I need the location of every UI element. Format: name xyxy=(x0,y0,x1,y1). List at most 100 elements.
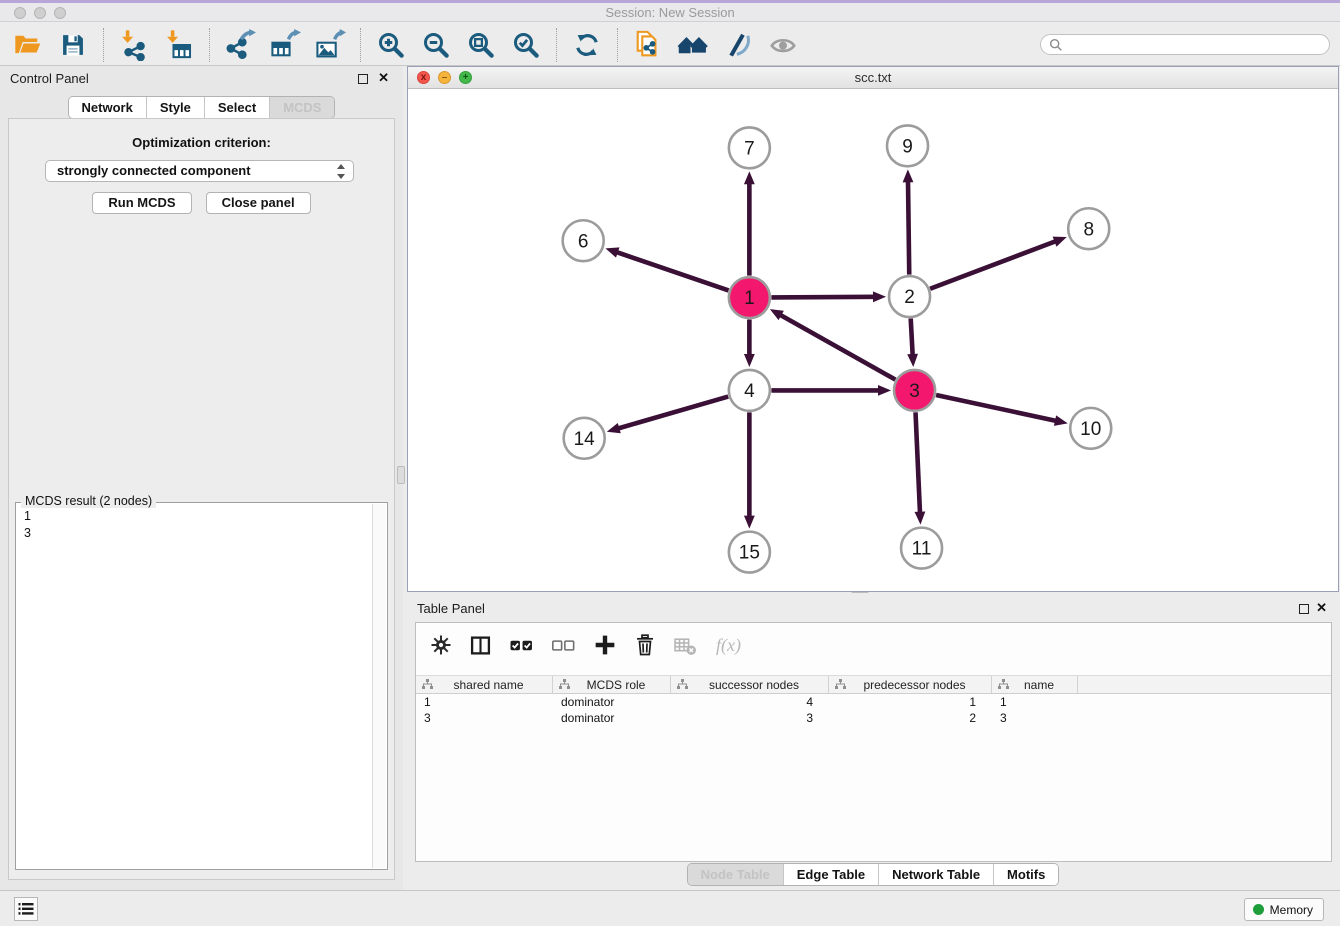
graph-edge-1-6[interactable] xyxy=(605,247,728,290)
zoom-in-icon[interactable] xyxy=(373,28,409,62)
graph-node-4[interactable]: 4 xyxy=(729,370,770,411)
zoom-out-icon[interactable] xyxy=(418,28,454,62)
settings-gear-icon[interactable] xyxy=(431,635,451,655)
zoom-fit-icon[interactable] xyxy=(463,28,499,62)
tab-mcds[interactable]: MCDS xyxy=(269,97,334,118)
mcds-result-text[interactable]: 13 xyxy=(24,508,367,542)
close-view-icon[interactable] xyxy=(417,71,430,84)
graph-node-8[interactable]: 8 xyxy=(1068,208,1109,249)
search-input[interactable] xyxy=(1068,37,1321,53)
home-icon[interactable] xyxy=(675,28,711,62)
minimize-view-icon[interactable] xyxy=(438,71,451,84)
export-image-icon[interactable] xyxy=(312,28,348,62)
tab-select[interactable]: Select xyxy=(204,97,269,118)
graph-node-14[interactable]: 14 xyxy=(564,418,605,459)
tab-network[interactable]: Network xyxy=(69,97,146,118)
add-column-icon[interactable] xyxy=(594,634,616,656)
mcds-result-group: MCDS result (2 nodes) 13 xyxy=(15,502,388,870)
graph-edge-4-14[interactable] xyxy=(607,397,728,434)
cell: dominator xyxy=(553,695,671,709)
save-session-icon[interactable] xyxy=(55,28,91,62)
control-panel-title: Control Panel xyxy=(10,71,89,86)
import-network-icon[interactable] xyxy=(116,28,152,62)
tab-style[interactable]: Style xyxy=(146,97,204,118)
graph-edge-4-15[interactable] xyxy=(744,412,755,528)
node-table: f(x) shared nameMCDS rolesuccessor nodes… xyxy=(415,622,1332,862)
control-panel-header: Control Panel ✕ xyxy=(0,66,403,92)
run-mcds-button[interactable]: Run MCDS xyxy=(92,192,191,214)
table-row[interactable]: 1dominator411 xyxy=(416,694,1331,710)
delete-columns-icon[interactable] xyxy=(635,634,655,656)
tab-edge-table[interactable]: Edge Table xyxy=(783,864,878,885)
cell: 1 xyxy=(992,695,1078,709)
cell: 1 xyxy=(416,695,553,709)
export-network-icon[interactable] xyxy=(222,28,258,62)
search-box[interactable] xyxy=(1040,34,1330,55)
network-window-titlebar[interactable]: scc.txt xyxy=(408,67,1338,89)
column-header-MCDS-role[interactable]: MCDS role xyxy=(553,676,671,693)
show-graphics-details-icon[interactable] xyxy=(765,28,801,62)
graph-node-9[interactable]: 9 xyxy=(887,125,928,166)
table-row[interactable]: 3dominator323 xyxy=(416,710,1331,726)
graph-node-3[interactable]: 3 xyxy=(894,370,935,411)
select-all-columns-icon[interactable] xyxy=(510,638,533,653)
zoom-selected-icon[interactable] xyxy=(508,28,544,62)
cell: 3 xyxy=(416,711,553,725)
close-panel-icon[interactable]: ✕ xyxy=(378,70,389,86)
tab-motifs[interactable]: Motifs xyxy=(993,864,1058,885)
mcds-panel: Optimization criterion: strongly connect… xyxy=(8,118,395,880)
float-table-panel-icon[interactable] xyxy=(1299,604,1309,614)
cell: dominator xyxy=(553,711,671,725)
graph-node-15[interactable]: 15 xyxy=(729,532,770,573)
graph-node-10[interactable]: 10 xyxy=(1070,408,1111,449)
cell: 3 xyxy=(671,711,829,725)
memory-button[interactable]: Memory xyxy=(1244,898,1324,921)
svg-text:6: 6 xyxy=(578,231,589,252)
column-header-name[interactable]: name xyxy=(992,676,1078,693)
graph-edge-2-3[interactable] xyxy=(907,319,918,367)
cell: 1 xyxy=(829,695,992,709)
close-table-panel-icon[interactable]: ✕ xyxy=(1316,600,1327,616)
float-panel-icon[interactable] xyxy=(358,74,368,84)
export-table-icon[interactable] xyxy=(267,28,303,62)
column-header-successor-nodes[interactable]: successor nodes xyxy=(671,676,829,693)
console-icon[interactable] xyxy=(14,897,38,921)
deselect-all-columns-icon[interactable] xyxy=(552,638,575,653)
table-toolbar: f(x) xyxy=(416,623,1331,667)
show-columns-icon[interactable] xyxy=(470,635,491,656)
maximize-view-icon[interactable] xyxy=(459,71,472,84)
graph-node-7[interactable]: 7 xyxy=(729,127,770,168)
graph-edge-1-2[interactable] xyxy=(771,291,886,302)
graph-edge-2-8[interactable] xyxy=(930,237,1067,289)
column-header-predecessor-nodes[interactable]: predecessor nodes xyxy=(829,676,992,693)
graph-node-6[interactable]: 6 xyxy=(563,220,604,261)
import-table-icon[interactable] xyxy=(161,28,197,62)
graph-edge-2-9[interactable] xyxy=(903,169,914,274)
result-scrollbar[interactable] xyxy=(372,504,386,868)
window-title: Session: New Session xyxy=(0,3,1340,22)
toolbar-divider xyxy=(209,28,210,62)
open-session-icon[interactable] xyxy=(10,28,46,62)
graph-edge-3-11[interactable] xyxy=(915,412,926,524)
network-canvas[interactable]: 1 2 3 4 6 7 8 9 10 11 14 15 xyxy=(408,89,1338,591)
refresh-icon[interactable] xyxy=(569,28,605,62)
graph-node-1[interactable]: 1 xyxy=(729,277,770,318)
apply-style-icon[interactable] xyxy=(720,28,756,62)
tab-node-table[interactable]: Node Table xyxy=(688,864,783,885)
network-graph[interactable]: 1 2 3 4 6 7 8 9 10 11 14 15 xyxy=(408,89,1338,591)
memory-status-icon xyxy=(1253,904,1264,915)
tab-network-table[interactable]: Network Table xyxy=(878,864,993,885)
close-panel-button[interactable]: Close panel xyxy=(206,192,311,214)
graph-edge-4-3[interactable] xyxy=(771,385,891,396)
graph-edge-1-7[interactable] xyxy=(744,171,755,275)
graph-edge-3-10[interactable] xyxy=(936,395,1068,426)
graph-edge-1-4[interactable] xyxy=(744,320,755,367)
graph-edge-3-1[interactable] xyxy=(770,309,895,380)
clone-network-icon[interactable] xyxy=(630,28,666,62)
graph-node-11[interactable]: 11 xyxy=(901,528,942,569)
column-header-shared-name[interactable]: shared name xyxy=(416,676,553,693)
window-titlebar: Session: New Session xyxy=(0,0,1340,22)
graph-node-2[interactable]: 2 xyxy=(889,276,930,317)
optimization-dropdown[interactable]: strongly connected component xyxy=(45,160,354,182)
vertical-splitter-grip[interactable] xyxy=(397,466,405,484)
